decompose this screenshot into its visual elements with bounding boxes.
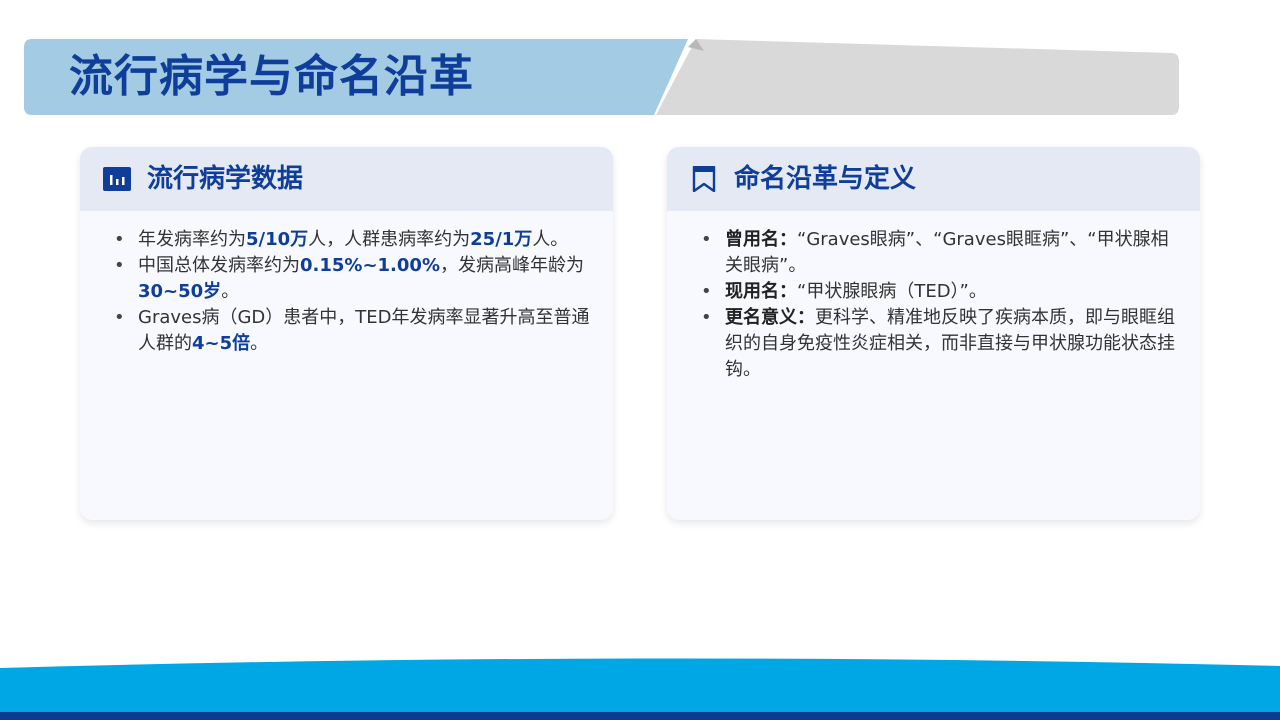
bullet-list: 年发病率约为5/10万人，人群患病率约为25/1万人。 中国总体发病率约为0.1… bbox=[114, 227, 591, 357]
card-body: 年发病率约为5/10万人，人群患病率约为25/1万人。 中国总体发病率约为0.1… bbox=[80, 211, 613, 357]
list-item: 现用名：“甲状腺眼病（TED）”。 bbox=[701, 279, 1178, 305]
list-item: Graves病（GD）患者中，TED年发病率显著升高至普通人群的4~5倍。 bbox=[114, 305, 591, 357]
bookmark-icon bbox=[692, 166, 716, 192]
bar-chart-icon bbox=[103, 167, 131, 191]
card-header: 命名沿革与定义 bbox=[667, 147, 1200, 211]
card-title: 命名沿革与定义 bbox=[734, 164, 917, 194]
list-item: 曾用名：“Graves眼病”、“Graves眼眶病”、“甲状腺相关眼病”。 bbox=[701, 227, 1178, 279]
card-header: 流行病学数据 bbox=[80, 147, 613, 211]
epidemiology-card: 流行病学数据 年发病率约为5/10万人，人群患病率约为25/1万人。 中国总体发… bbox=[80, 147, 613, 520]
page-title: 流行病学与命名沿革 bbox=[69, 51, 474, 102]
footer-wave bbox=[0, 658, 1280, 720]
title-bar: 流行病学与命名沿革 bbox=[24, 39, 1179, 115]
bullet-list: 曾用名：“Graves眼病”、“Graves眼眶病”、“甲状腺相关眼病”。 现用… bbox=[701, 227, 1178, 383]
list-item: 年发病率约为5/10万人，人群患病率约为25/1万人。 bbox=[114, 227, 591, 253]
card-title: 流行病学数据 bbox=[147, 164, 304, 194]
list-item: 中国总体发病率约为0.15%~1.00%，发病高峰年龄为30~50岁。 bbox=[114, 253, 591, 305]
list-item: 更名意义：更科学、精准地反映了疾病本质，即与眼眶组织的自身免疫性炎症相关，而非直… bbox=[701, 305, 1178, 383]
card-body: 曾用名：“Graves眼病”、“Graves眼眶病”、“甲状腺相关眼病”。 现用… bbox=[667, 211, 1200, 383]
naming-history-card: 命名沿革与定义 曾用名：“Graves眼病”、“Graves眼眶病”、“甲状腺相… bbox=[667, 147, 1200, 520]
